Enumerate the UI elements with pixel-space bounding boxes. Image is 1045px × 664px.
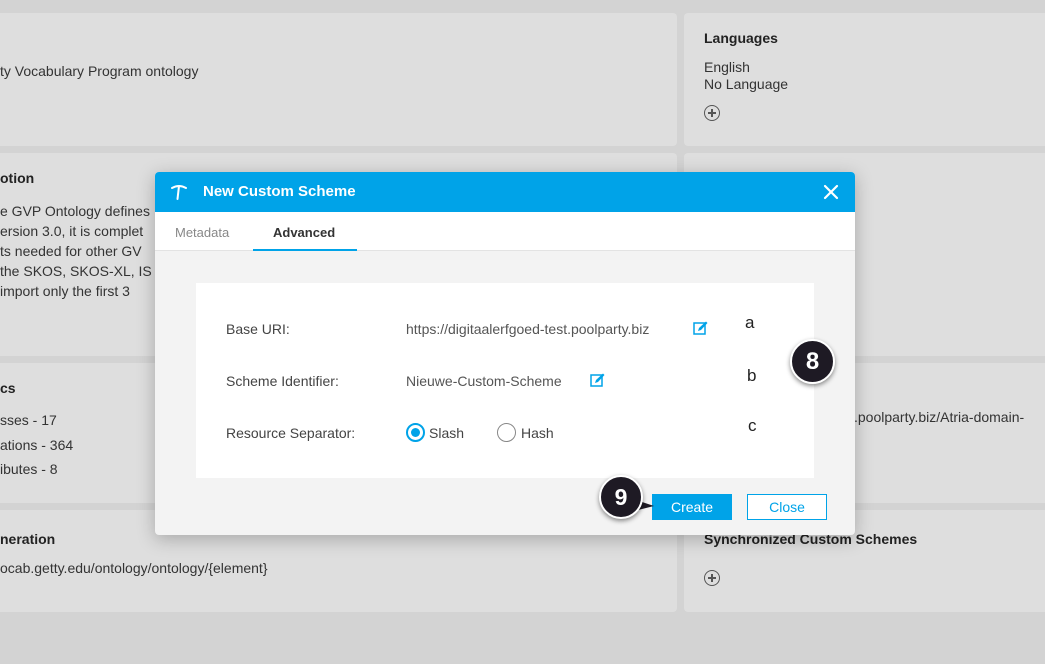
description-line: import only the first 3 [0,283,130,299]
generation-text: ocab.getty.edu/ontology/ontology/{elemen… [0,560,268,576]
dialog-title: New Custom Scheme [203,183,356,200]
language-item: No Language [704,76,789,92]
description-line: ersion 3.0, it is complet [0,223,144,239]
advanced-settings-panel: Base URI: https://digitaalerfgoed-test.p… [196,283,814,478]
dialog-header: New Custom Scheme [155,172,855,212]
language-item: English [704,59,750,75]
description-line: the SKOS, SKOS-XL, IS [0,263,152,279]
new-custom-scheme-dialog: New Custom Scheme Metadata Advanced Base… [155,172,855,535]
ontology-title-card: ty Vocabulary Program ontology [0,13,677,146]
description-line: ts needed for other GV [0,243,142,259]
close-icon[interactable] [823,184,839,200]
step-badge-8: 8 [790,339,835,384]
tab-advanced[interactable]: Advanced [273,225,335,240]
uri-text: .poolparty.biz/Atria-domain- [854,409,1025,425]
languages-card: Languages English No Language [684,13,1045,146]
statistics-line: ibutes - 8 [0,461,58,477]
description-line: e GVP Ontology defines [0,203,150,219]
generation-title: neration [0,531,56,547]
active-tab-indicator [253,249,357,251]
statistics-line: sses - 17 [0,412,57,428]
separator-hash-radio[interactable] [497,423,516,442]
add-sync-scheme-icon[interactable] [704,570,720,586]
tab-metadata[interactable]: Metadata [175,225,229,240]
scheme-identifier-value: Nieuwe-Custom-Scheme [406,373,562,389]
annotation-b: b [747,366,757,385]
statistics-line: ations - 364 [0,437,74,453]
base-uri-value: https://digitaalerfgoed-test.poolparty.b… [406,321,650,337]
separator-slash-label[interactable]: Slash [429,425,464,441]
description-title: otion [0,170,35,186]
ontology-title-text: ty Vocabulary Program ontology [0,63,199,79]
close-button[interactable]: Close [747,494,827,520]
languages-title: Languages [704,30,778,46]
separator-hash-label[interactable]: Hash [521,425,554,441]
edit-base-uri-icon[interactable] [693,321,708,336]
scheme-identifier-label: Scheme Identifier: [226,373,339,389]
base-uri-label: Base URI: [226,321,290,337]
add-language-icon[interactable] [704,105,720,121]
statistics-title: cs [0,380,16,396]
separator-slash-radio[interactable] [406,423,425,442]
dialog-tabs: Metadata Advanced [155,212,855,251]
annotation-a: a [745,313,755,332]
step-badge-9: 9 [599,475,643,519]
poolparty-logo-icon [171,185,187,200]
resource-separator-label: Resource Separator: [226,425,356,441]
edit-scheme-identifier-icon[interactable] [590,373,605,388]
annotation-c: c [748,416,757,435]
